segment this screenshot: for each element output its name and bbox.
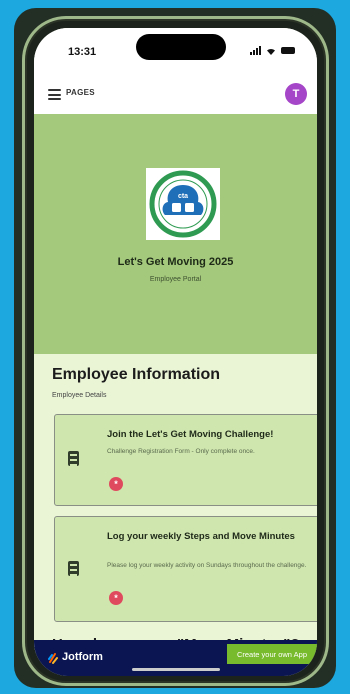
card-description: Challenge Registration Form - Only compl… bbox=[107, 448, 255, 455]
app-title: Let's Get Moving 2025 bbox=[117, 256, 234, 268]
app-subtitle: Employee Portal bbox=[149, 276, 202, 283]
menu-icon[interactable] bbox=[48, 89, 61, 100]
dynamic-island bbox=[136, 34, 226, 60]
required-badge: * bbox=[109, 477, 123, 491]
pages-menu-button[interactable]: PAGES bbox=[66, 88, 95, 97]
status-time: 13:31 bbox=[68, 46, 97, 58]
form-card-registration[interactable]: Join the Let's Get Moving Challenge! Cha… bbox=[54, 414, 317, 506]
app-logo: cta bbox=[146, 168, 220, 240]
hr-wellness-seal-icon: cta bbox=[149, 170, 217, 238]
home-indicator bbox=[132, 668, 220, 671]
section-subtitle: Employee Details bbox=[52, 392, 107, 399]
jotform-brand: Jotform bbox=[62, 651, 103, 663]
card-title: Join the Let's Get Moving Challenge! bbox=[107, 429, 274, 440]
signal-icon bbox=[250, 46, 261, 55]
form-icon bbox=[68, 561, 79, 576]
status-bar: 13:31 bbox=[34, 28, 317, 76]
top-navigation: PAGES T bbox=[34, 76, 317, 115]
form-icon bbox=[68, 451, 79, 466]
avatar[interactable]: T bbox=[285, 83, 307, 105]
required-badge: * bbox=[109, 591, 123, 605]
create-app-button[interactable]: Create your own App bbox=[226, 644, 317, 664]
form-card-weekly-log[interactable]: Log your weekly Steps and Move Minutes P… bbox=[54, 516, 317, 622]
status-icons bbox=[250, 46, 295, 55]
battery-icon bbox=[281, 47, 295, 54]
wifi-icon bbox=[267, 48, 275, 55]
card-title: Log your weekly Steps and Move Minutes bbox=[107, 531, 295, 542]
svg-text:cta: cta bbox=[178, 193, 188, 200]
phone-screen: 13:31 PAGES T cta Let's Get Moving 2025 … bbox=[34, 28, 317, 676]
card-description: Please log your weekly activity on Sunda… bbox=[107, 562, 307, 569]
page-content: Employee Information Employee Details Jo… bbox=[34, 354, 317, 654]
app-header: cta Let's Get Moving 2025 Employee Porta… bbox=[34, 114, 317, 354]
jotform-logo-icon bbox=[48, 653, 58, 664]
section-title: Employee Information bbox=[52, 366, 221, 383]
